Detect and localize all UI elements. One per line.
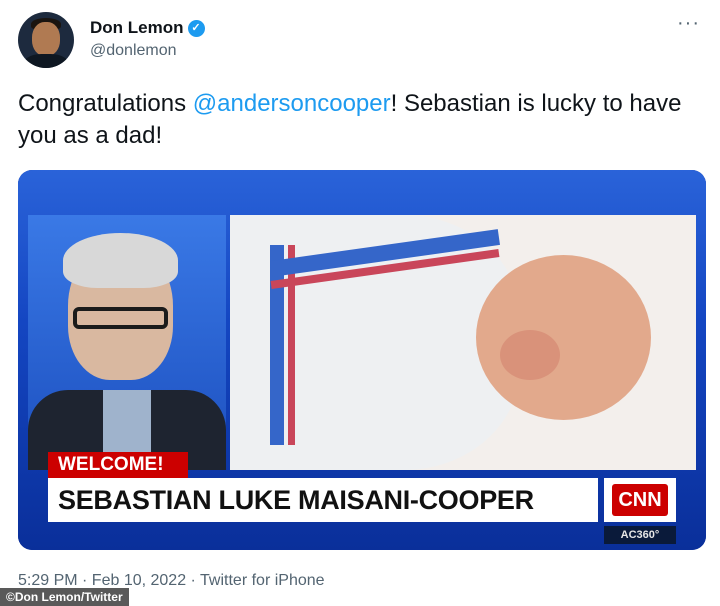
- image-credit: ©Don Lemon/Twitter: [0, 588, 129, 606]
- tweet-media-image[interactable]: WELCOME! SEBASTIAN LUKE MAISANI-COOPER C…: [18, 170, 706, 550]
- author-handle[interactable]: @donlemon: [90, 42, 177, 60]
- more-options-icon[interactable]: ···: [677, 12, 700, 35]
- tweet-header: Don Lemon ✓ @donlemon ···: [18, 12, 708, 70]
- tweet-text-part: Congratulations: [18, 90, 193, 117]
- author-name[interactable]: Don Lemon ✓: [90, 18, 205, 38]
- avatar[interactable]: [18, 12, 74, 68]
- anchor-video-panel: [28, 215, 226, 470]
- tweet-text: Congratulations @andersoncooper! Sebasti…: [18, 88, 708, 152]
- cnn-logo: CNN: [604, 478, 676, 522]
- mention-link[interactable]: @andersoncooper: [193, 90, 391, 117]
- show-tag: AC360°: [604, 526, 676, 544]
- welcome-banner: WELCOME!: [48, 452, 188, 478]
- cnn-logo-text: CNN: [612, 484, 668, 516]
- baby-photo-panel: [230, 215, 696, 470]
- chyron: SEBASTIAN LUKE MAISANI-COOPER: [48, 478, 598, 522]
- chyron-text: SEBASTIAN LUKE MAISANI-COOPER: [58, 485, 534, 515]
- author-name-text[interactable]: Don Lemon: [90, 18, 184, 37]
- verified-badge-icon: ✓: [187, 20, 205, 38]
